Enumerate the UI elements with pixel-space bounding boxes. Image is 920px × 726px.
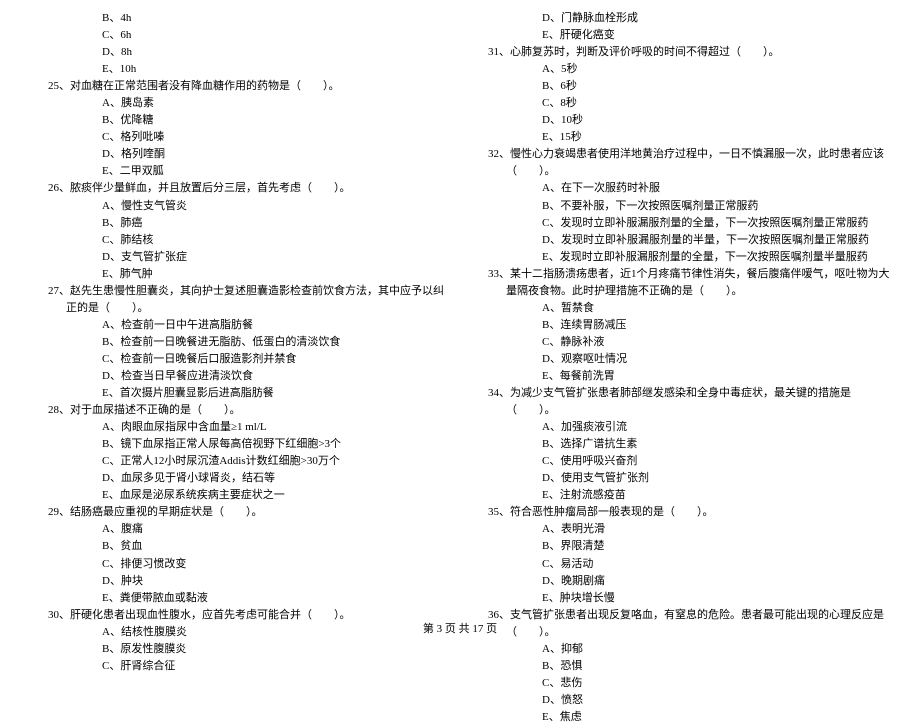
question-35: 35、符合恶性肿瘤局部一般表现的是（ ）。 (470, 504, 890, 521)
option: E、首次摄片胆囊显影后进高脂肪餐 (30, 385, 450, 402)
option: A、在下一次服药时补服 (470, 180, 890, 197)
question-29: 29、结肠癌最应重视的早期症状是（ ）。 (30, 504, 450, 521)
option: B、连续胃肠减压 (470, 317, 890, 334)
option: C、检查前一日晚餐后口服造影剂并禁食 (30, 351, 450, 368)
option: B、镜下血尿指正常人尿每高倍视野下红细胞>3个 (30, 436, 450, 453)
option: A、加强痰液引流 (470, 419, 890, 436)
question-34: 34、为减少支气管扩张患者肺部继发感染和全身中毒症状，最关键的措施是（ ）。 (470, 385, 890, 419)
option: E、粪便带脓血或黏液 (30, 590, 450, 607)
option: A、暂禁食 (470, 300, 890, 317)
option: D、发现时立即补服漏服剂量的半量，下一次按照医嘱剂量正常服药 (470, 232, 890, 249)
option: E、每餐前洗胃 (470, 368, 890, 385)
option: B、肺癌 (30, 215, 450, 232)
option: C、肺结核 (30, 232, 450, 249)
option: C、排便习惯改变 (30, 556, 450, 573)
question-27: 27、赵先生患慢性胆囊炎，其向护士复述胆囊造影检查前饮食方法，其中应予以纠正的是… (30, 283, 450, 317)
option: A、肉眼血尿指尿中含血量≥1 ml/L (30, 419, 450, 436)
option: C、6h (30, 27, 450, 44)
option: E、血尿是泌尿系统疾病主要症状之一 (30, 487, 450, 504)
option: E、15秒 (470, 129, 890, 146)
question-32: 32、慢性心力衰竭患者使用洋地黄治疗过程中，一日不慎漏服一次，此时患者应该（ ）… (470, 146, 890, 180)
option: D、使用支气管扩张剂 (470, 470, 890, 487)
option: D、愤怒 (470, 692, 890, 709)
option: C、肝肾综合征 (30, 658, 450, 675)
option: D、格列喹酮 (30, 146, 450, 163)
option: A、腹痛 (30, 521, 450, 538)
option: D、检查当日早餐应进清淡饮食 (30, 368, 450, 385)
option: B、原发性腹膜炎 (30, 641, 450, 658)
option: B、6秒 (470, 78, 890, 95)
question-25: 25、对血糖在正常范围者没有降血糖作用的药物是（ ）。 (30, 78, 450, 95)
option: A、检查前一日中午进高脂肪餐 (30, 317, 450, 334)
option: C、悲伤 (470, 675, 890, 692)
page-footer: 第 3 页 共 17 页 (0, 620, 920, 636)
option: E、二甲双胍 (30, 163, 450, 180)
option: C、使用呼吸兴奋剂 (470, 453, 890, 470)
option: C、发现时立即补服漏服剂量的全量，下一次按照医嘱剂量正常服药 (470, 215, 890, 232)
option: D、门静脉血栓形成 (470, 10, 890, 27)
option: E、肺气肿 (30, 266, 450, 283)
page-body: B、4h C、6h D、8h E、10h 25、对血糖在正常范围者没有降血糖作用… (0, 0, 920, 726)
option: B、恐惧 (470, 658, 890, 675)
option: E、发现时立即补服漏服剂量的全量，下一次按照医嘱剂量半量服药 (470, 249, 890, 266)
option: C、正常人12小时尿沉渣Addis计数红细胞>30万个 (30, 453, 450, 470)
option: A、5秒 (470, 61, 890, 78)
option: A、抑郁 (470, 641, 890, 658)
option: B、贫血 (30, 538, 450, 555)
option: D、晚期剧痛 (470, 573, 890, 590)
option: C、易活动 (470, 556, 890, 573)
option: E、肝硬化癌变 (470, 27, 890, 44)
option: C、8秒 (470, 95, 890, 112)
question-28: 28、对于血尿描述不正确的是（ ）。 (30, 402, 450, 419)
option: B、选择广谱抗生素 (470, 436, 890, 453)
question-33: 33、某十二指肠溃疡患者，近1个月疼痛节律性消失，餐后腹痛伴嗳气，呕吐物为大量隔… (470, 266, 890, 300)
option: A、表明光滑 (470, 521, 890, 538)
option: B、检查前一日晚餐进无脂肪、低蛋白的清淡饮食 (30, 334, 450, 351)
option: C、格列吡嗪 (30, 129, 450, 146)
option: B、优降糖 (30, 112, 450, 129)
right-column: D、门静脉血栓形成 E、肝硬化癌变 31、心肺复苏时，判断及评价呼吸的时间不得超… (470, 10, 890, 726)
option: B、4h (30, 10, 450, 27)
left-column: B、4h C、6h D、8h E、10h 25、对血糖在正常范围者没有降血糖作用… (30, 10, 450, 726)
option: D、观察呕吐情况 (470, 351, 890, 368)
option: A、慢性支气管炎 (30, 198, 450, 215)
option: A、胰岛素 (30, 95, 450, 112)
option: E、注射流感疫苗 (470, 487, 890, 504)
option: C、静脉补液 (470, 334, 890, 351)
option: D、8h (30, 44, 450, 61)
option: D、血尿多见于肾小球肾炎，结石等 (30, 470, 450, 487)
option: D、10秒 (470, 112, 890, 129)
question-26: 26、脓痰伴少量鲜血，并且放置后分三层，首先考虑（ ）。 (30, 180, 450, 197)
question-31: 31、心肺复苏时，判断及评价呼吸的时间不得超过（ ）。 (470, 44, 890, 61)
option: D、支气管扩张症 (30, 249, 450, 266)
option: E、焦虑 (470, 709, 890, 726)
option: B、界限清楚 (470, 538, 890, 555)
option: B、不要补服，下一次按照医嘱剂量正常服药 (470, 198, 890, 215)
option: D、肿块 (30, 573, 450, 590)
option: E、10h (30, 61, 450, 78)
option: E、肿块增长慢 (470, 590, 890, 607)
